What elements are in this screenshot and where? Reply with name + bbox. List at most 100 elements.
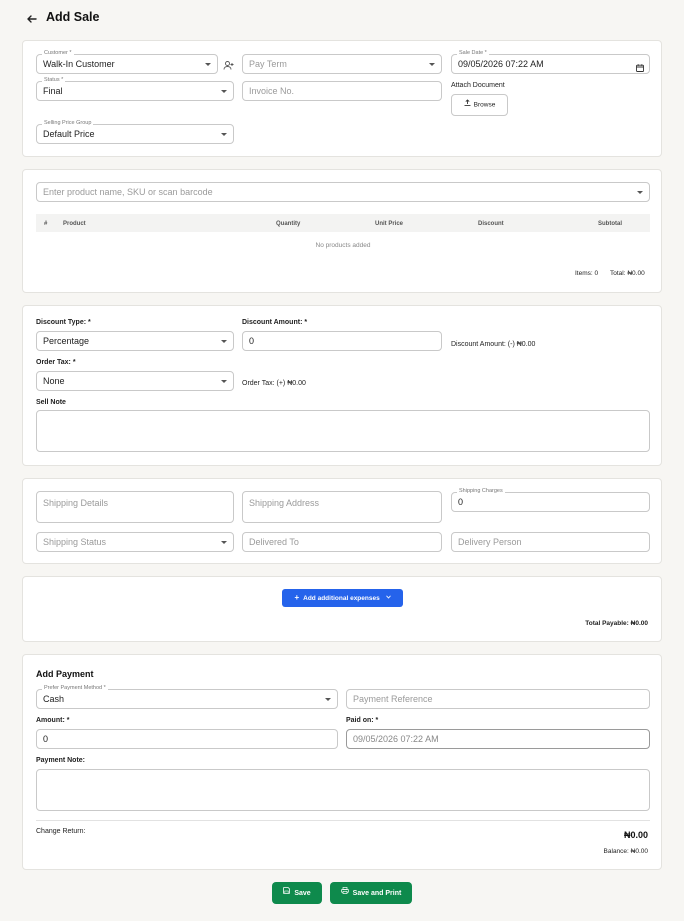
chevron-down-icon	[221, 133, 227, 136]
amount-input[interactable]: 0	[36, 729, 338, 749]
balance-text: Balance: ₦0.00	[603, 848, 648, 855]
calendar-icon[interactable]	[636, 60, 644, 72]
save-and-print-label: Save and Print	[352, 889, 402, 897]
payment-card: Add Payment Prefer Payment Method * Cash…	[22, 654, 662, 870]
paid-on-value: 09/05/2026 07:22 AM	[353, 734, 439, 744]
discount-amount-label: Discount Amount: *	[242, 319, 308, 326]
status-label: Status *	[42, 76, 66, 84]
chevron-down-icon	[221, 340, 227, 343]
change-return-value: ₦0.00	[623, 830, 648, 840]
back-arrow-icon[interactable]	[26, 12, 38, 24]
shipping-charges-label: Shipping Charges	[457, 487, 505, 495]
payment-reference-placeholder: Payment Reference	[353, 694, 433, 704]
order-tax-label: Order Tax: *	[36, 359, 76, 366]
status-value: Final	[43, 86, 63, 96]
delivered-to-input[interactable]: Delivered To	[242, 532, 442, 552]
customer-value: Walk-In Customer	[43, 59, 115, 69]
sale-date-value: 09/05/2026 07:22 AM	[458, 59, 544, 69]
product-search-input[interactable]: Enter product name, SKU or scan barcode	[36, 182, 650, 202]
save-and-print-button[interactable]: Save and Print	[330, 882, 412, 904]
add-expenses-button[interactable]: + Add additional expenses	[282, 589, 403, 607]
payment-method-select[interactable]: Prefer Payment Method * Cash	[36, 684, 338, 709]
shipping-charges-value: 0	[458, 497, 464, 507]
add-payment-heading: Add Payment	[36, 669, 94, 679]
column-header: Discount	[478, 221, 504, 227]
shipping-card: Shipping Details Shipping Address Shippi…	[22, 478, 662, 564]
discount-amount-summary: Discount Amount: (-) ₦0.00	[451, 341, 536, 348]
shipping-status-placeholder: Shipping Status	[43, 537, 107, 547]
delivered-to-placeholder: Delivered To	[249, 537, 299, 547]
discount-amount-input[interactable]: 0	[242, 331, 442, 351]
chevron-down-icon	[221, 380, 227, 383]
payment-method-label: Prefer Payment Method *	[42, 684, 108, 692]
column-header: Unit Price	[375, 221, 404, 227]
column-header: Quantity	[276, 221, 301, 227]
add-expenses-label: Add additional expenses	[303, 595, 380, 602]
discount-type-select[interactable]: Percentage	[36, 331, 234, 351]
change-return-label: Change Return:	[36, 828, 86, 835]
chevron-down-icon	[221, 90, 227, 93]
discount-type-value: Percentage	[43, 336, 90, 346]
invoice-placeholder: Invoice No.	[249, 86, 295, 96]
price-group-value: Default Price	[43, 129, 95, 139]
plus-icon: +	[294, 593, 300, 602]
products-total: Total: ₦0.00	[610, 270, 645, 277]
sell-note-textarea[interactable]	[36, 410, 650, 452]
pay-term-placeholder: Pay Term	[249, 59, 287, 69]
discount-type-label: Discount Type: *	[36, 319, 91, 326]
attach-document-label: Attach Document	[451, 82, 505, 89]
discount-amount-value: 0	[249, 336, 255, 346]
chevron-down-icon	[325, 698, 331, 701]
shipping-address-textarea[interactable]: Shipping Address	[242, 491, 442, 523]
payment-reference-input[interactable]: Payment Reference	[346, 689, 650, 709]
selling-price-group-select[interactable]: Selling Price Group Default Price	[36, 119, 234, 144]
customer-select[interactable]: Customer * Walk-In Customer	[36, 49, 218, 74]
chevron-down-icon	[637, 191, 643, 194]
page-title: Add Sale	[46, 10, 100, 24]
delivery-person-input[interactable]: Delivery Person	[451, 532, 650, 552]
shipping-status-select[interactable]: Shipping Status	[36, 532, 234, 552]
printer-icon	[340, 882, 349, 904]
divider	[36, 820, 650, 821]
shipping-details-placeholder: Shipping Details	[43, 498, 109, 508]
upload-icon	[464, 95, 471, 115]
price-group-label: Selling Price Group	[42, 119, 94, 127]
invoice-number-input[interactable]: Invoice No.	[242, 81, 442, 101]
order-tax-summary: Order Tax: (+) ₦0.00	[242, 380, 306, 387]
chevron-down-icon	[221, 541, 227, 544]
sell-note-label: Sell Note	[36, 399, 66, 406]
pay-term-select[interactable]: Pay Term	[242, 54, 442, 74]
save-button[interactable]: Save	[272, 882, 322, 904]
payment-note-textarea[interactable]	[36, 769, 650, 811]
column-header: Product	[63, 221, 86, 227]
amount-value: 0	[43, 734, 49, 744]
status-select[interactable]: Status * Final	[36, 76, 234, 101]
order-tax-select[interactable]: None	[36, 371, 234, 391]
customer-label: Customer *	[42, 49, 74, 57]
save-icon	[283, 882, 291, 904]
browse-label: Browse	[473, 101, 496, 109]
expenses-card: + Add additional expenses Total Payable: …	[22, 576, 662, 642]
shipping-details-textarea[interactable]: Shipping Details	[36, 491, 234, 523]
column-header: #	[44, 221, 48, 227]
sale-date-label: Sale Date *	[457, 49, 489, 57]
paid-on-input[interactable]: 09/05/2026 07:22 AM	[346, 729, 650, 749]
payment-note-label: Payment Note:	[36, 757, 86, 764]
save-label: Save	[294, 889, 311, 897]
no-products-text: No products added	[315, 242, 371, 249]
total-payable: Total Payable: ₦0.00	[585, 620, 648, 627]
sale-info-card: Customer * Walk-In Customer Pay Term Sal…	[22, 40, 662, 157]
products-card: Enter product name, SKU or scan barcode …	[22, 169, 662, 293]
chevron-down-icon	[429, 63, 435, 66]
chevron-down-icon	[205, 63, 211, 66]
add-customer-icon[interactable]	[223, 58, 234, 70]
shipping-address-placeholder: Shipping Address	[249, 498, 320, 508]
items-count: Items: 0	[575, 270, 599, 277]
browse-button[interactable]: Browse	[451, 94, 508, 116]
sale-date-field[interactable]: Sale Date * 09/05/2026 07:22 AM	[451, 49, 650, 74]
shipping-charges-input[interactable]: Shipping Charges 0	[451, 487, 650, 512]
discount-card: Discount Type: * Percentage Discount Amo…	[22, 305, 662, 466]
chevron-down-icon	[385, 589, 391, 607]
amount-label: Amount: *	[36, 717, 70, 724]
products-table-header: # Product Quantity Unit Price Discount S…	[36, 214, 650, 232]
